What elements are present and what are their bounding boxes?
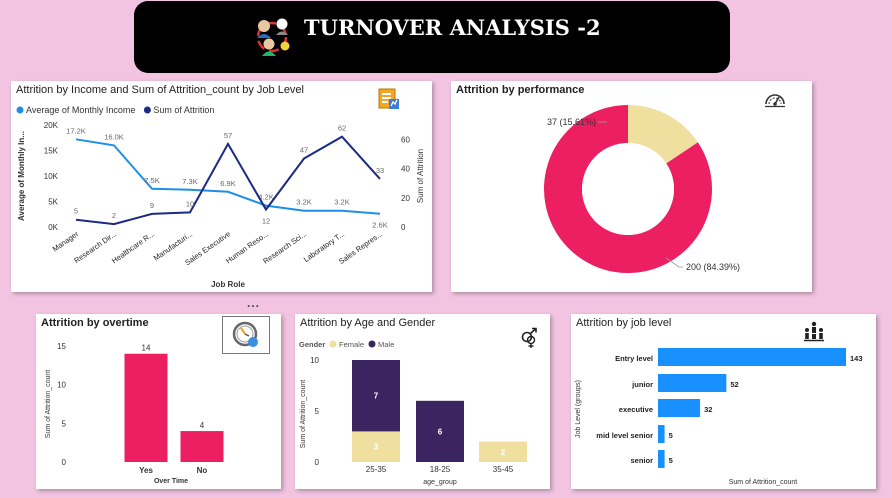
y2-tick-label: 20 — [401, 194, 410, 203]
segment-value-label: 7 — [374, 392, 379, 401]
attrition-data-label: 5 — [74, 207, 78, 216]
attrition-data-label: 57 — [224, 131, 232, 140]
overtime-bar — [124, 353, 168, 462]
bar-value-label: 4 — [200, 421, 205, 430]
income-data-label: 6.9K — [220, 179, 235, 188]
y2-tick-label: 60 — [401, 136, 410, 145]
bar-value-label: 14 — [142, 344, 151, 353]
age-gender-chart: Gender Female Male 0 5 10 Sum of Attrition_cou… — [299, 340, 527, 486]
legend-marker — [143, 106, 151, 114]
income-data-label: 7.5K — [144, 176, 159, 185]
x-axis-title: Job Role — [211, 280, 245, 289]
y-tick-label: junior — [631, 380, 653, 389]
donut-hole — [582, 143, 674, 235]
x-tick-label: Yes — [139, 466, 153, 475]
y-tick-label: 0 — [62, 458, 67, 467]
bar-value-label: 5 — [669, 456, 673, 465]
y-tick-label: 10 — [57, 381, 66, 390]
legend-marker — [16, 106, 24, 114]
y-axis-title: Sum of Attrition_count — [300, 380, 307, 449]
attrition-data-label: 10 — [186, 199, 194, 208]
job-level-panel[interactable]: Attrition by job level Entry level 143 jun… — [571, 314, 876, 489]
attrition-data-label: 33 — [376, 166, 384, 175]
age-gender-panel[interactable]: Attrition by Age and Gender Gender Female… — [295, 314, 550, 489]
attrition-data-label: 2 — [112, 211, 116, 220]
attrition-data-label: 9 — [150, 201, 154, 210]
y2-axis-title: Sum of Attrition — [416, 149, 425, 203]
x-tick-label: 18-25 — [430, 465, 451, 474]
page-title: TURNOVER ANALYSIS -2 — [304, 15, 601, 40]
attrition-data-label: 62 — [338, 124, 346, 133]
job-level-bar — [658, 374, 727, 392]
x-tick-label: Manager — [51, 229, 81, 254]
y2-tick-label: 0 — [401, 223, 406, 232]
job-level-bar — [658, 450, 665, 468]
legend-label: Male — [378, 340, 394, 349]
attrition-data-label: 47 — [300, 146, 308, 155]
x-tick-label: 35-45 — [493, 465, 514, 474]
y2-tick-label: 40 — [401, 165, 410, 174]
segment-value-label: 2 — [501, 448, 506, 457]
y-tick-label: 0 — [315, 458, 320, 467]
x-tick-label: No — [197, 466, 208, 475]
y-tick-label: 5 — [62, 419, 67, 428]
x-tick-label: Healthcare R... — [110, 229, 156, 265]
income-data-label: 3.2K — [334, 198, 349, 207]
job-level-bar — [658, 425, 665, 443]
segment-value-label: 3 — [374, 443, 379, 452]
clock-icon — [232, 321, 258, 347]
segment-value-label: 6 — [438, 427, 443, 436]
income-data-label: 7.3K — [182, 177, 197, 186]
y-tick-label: Entry level — [615, 354, 653, 363]
y-axis-title: Sum of Attrition_count — [45, 370, 52, 439]
income-data-label: 16.0K — [104, 132, 124, 141]
more-options-button[interactable]: ... — [247, 296, 260, 310]
income-attrition-chart: Average of Monthly Income Sum of Attritio… — [16, 105, 425, 289]
y-tick-label: executive — [619, 405, 653, 414]
x-axis-title: age_group — [423, 479, 457, 486]
job-level-bar — [658, 348, 846, 366]
legend-marker — [368, 340, 376, 348]
y-tick-label: 10 — [310, 356, 319, 365]
y-tick-label: senior — [630, 456, 653, 465]
focus-mode-button[interactable] — [222, 316, 270, 354]
x-tick-label: 25-35 — [366, 465, 387, 474]
bar-value-label: 52 — [730, 380, 738, 389]
income-attrition-panel[interactable]: Attrition by Income and Sum of Attrition… — [11, 81, 432, 292]
title-banner: TURNOVER ANALYSIS -2 — [134, 1, 730, 73]
income-data-label: 2.6K — [372, 221, 387, 230]
legend-marker — [329, 340, 337, 348]
bar-value-label: 143 — [850, 354, 863, 363]
performance-panel[interactable]: Attrition by performance 200 (84.39%) 37 … — [451, 81, 812, 292]
y-tick-label: 20K — [44, 121, 59, 130]
x-axis-title: Sum of Attrition_count — [729, 479, 798, 486]
performance-chart: 200 (84.39%) 37 (15.61%) — [544, 105, 740, 273]
y-tick-label: 15K — [44, 147, 59, 156]
x-axis-title: Over Time — [154, 478, 188, 485]
slice-label: 37 (15.61%) — [547, 117, 596, 127]
job-level-chart: Entry level 143 junior 52 executive 32 mid lev… — [575, 348, 863, 486]
legend-title: Gender — [299, 340, 325, 349]
slice-label: 200 (84.39%) — [686, 262, 740, 272]
overtime-bar — [180, 431, 224, 462]
legend-label: Sum of Attrition — [153, 105, 214, 115]
y-tick-label: 5 — [315, 407, 320, 416]
income-data-label: 17.2K — [66, 126, 86, 135]
legend-label: Female — [339, 340, 364, 349]
legend-label: Average of Monthly Income — [26, 105, 135, 115]
people-network-icon — [256, 18, 290, 56]
bar-value-label: 32 — [704, 405, 712, 414]
y-tick-label: 5K — [48, 198, 58, 207]
y-tick-label: 10K — [44, 172, 59, 181]
income-data-label: 3.2K — [296, 198, 311, 207]
y-axis-title: Job Level (groups) — [575, 380, 582, 438]
job-level-bar — [658, 399, 701, 417]
y-tick-label: mid level senior — [596, 431, 653, 440]
bar-value-label: 5 — [669, 431, 673, 440]
attrition-data-label: 12 — [262, 217, 270, 226]
y-axis-title: Average of Monthly In... — [17, 131, 26, 221]
y-tick-label: 15 — [57, 342, 66, 351]
y-tick-label: 0K — [48, 223, 58, 232]
